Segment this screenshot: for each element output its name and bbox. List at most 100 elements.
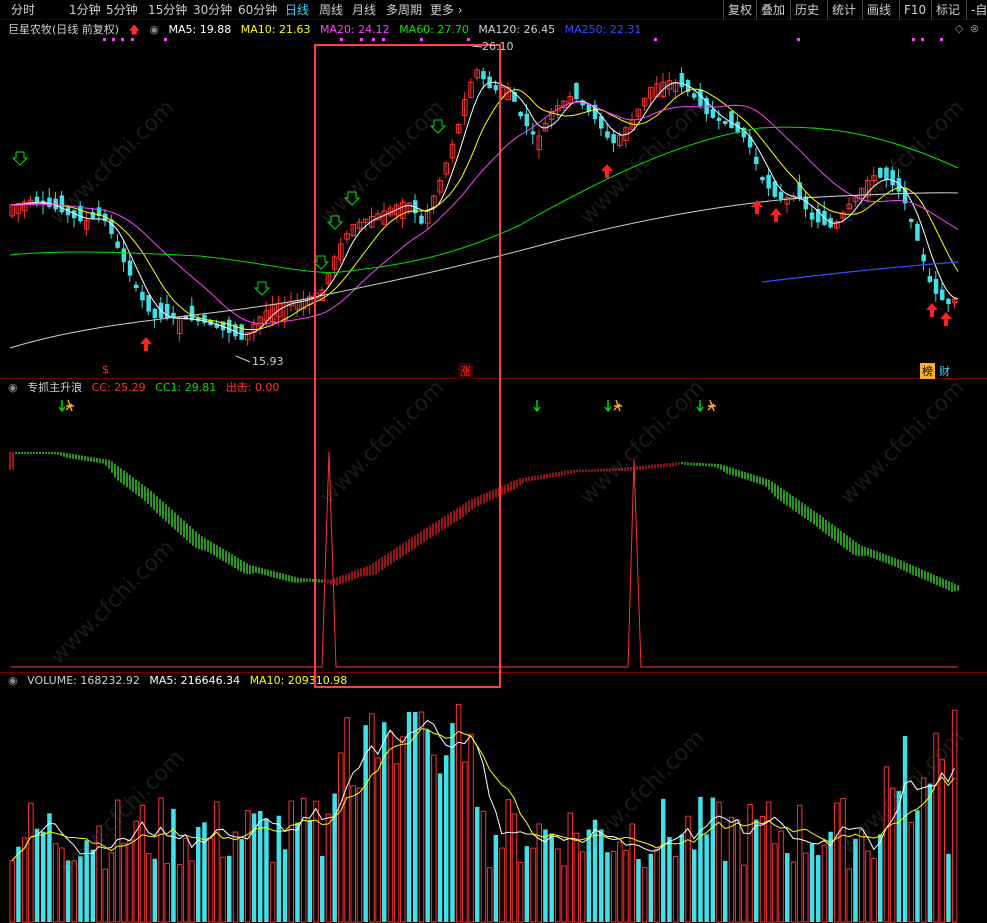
candle-body bbox=[710, 109, 716, 118]
volume-bar bbox=[710, 797, 716, 922]
volume-bar bbox=[232, 831, 239, 923]
volume-bar bbox=[667, 836, 672, 922]
volume-bar bbox=[176, 863, 183, 923]
volume-bar bbox=[661, 798, 666, 922]
candle-body bbox=[518, 111, 523, 117]
volume-bar bbox=[425, 729, 430, 922]
volume-bar bbox=[239, 839, 244, 922]
candle-body bbox=[189, 305, 195, 321]
volume-bar bbox=[759, 815, 766, 923]
volume-bar bbox=[672, 856, 679, 923]
volume-bar bbox=[183, 838, 189, 923]
candle-body bbox=[915, 223, 920, 241]
volume-bar bbox=[59, 847, 65, 923]
event-marker-dot bbox=[940, 38, 943, 41]
buy-signal-arrow-icon bbox=[343, 191, 361, 206]
volume-bar bbox=[455, 703, 462, 923]
volume-bar bbox=[889, 787, 896, 923]
s-tag[interactable]: $ bbox=[102, 363, 109, 376]
candle-body bbox=[524, 113, 530, 127]
candle-body bbox=[115, 241, 120, 248]
candle-body bbox=[47, 197, 52, 207]
candle-body bbox=[778, 191, 784, 200]
volume-bar bbox=[723, 860, 728, 922]
high-pointer-line bbox=[471, 45, 483, 48]
sell-signal-arrow-icon bbox=[926, 303, 938, 317]
volume-bar bbox=[387, 731, 394, 923]
candle-body bbox=[760, 177, 765, 181]
candle-body bbox=[59, 195, 65, 213]
volume-bar bbox=[846, 868, 852, 923]
volume-bar bbox=[499, 847, 505, 923]
volume-bar bbox=[772, 843, 778, 923]
volume-bar bbox=[220, 856, 226, 923]
volume-bar bbox=[567, 812, 573, 923]
volume-bar bbox=[573, 832, 580, 923]
ma60-line bbox=[9, 126, 959, 273]
candle-body bbox=[878, 167, 883, 178]
volume-bar bbox=[878, 834, 883, 922]
event-marker-dot bbox=[340, 38, 343, 41]
volume-bar bbox=[462, 761, 468, 923]
volume-bar bbox=[486, 867, 493, 923]
volume-bar bbox=[84, 840, 89, 922]
candle-body bbox=[679, 73, 685, 88]
volume-bar bbox=[524, 846, 530, 922]
zhang-tag[interactable]: 涨 bbox=[458, 363, 473, 379]
candle-body bbox=[716, 117, 722, 121]
volume-bar bbox=[716, 801, 722, 923]
volume-bar bbox=[393, 763, 400, 923]
volume-bar bbox=[418, 711, 425, 923]
event-marker-dot bbox=[912, 38, 915, 41]
volume-bar bbox=[816, 855, 821, 922]
high-price-label: 26.10 bbox=[482, 40, 514, 53]
ma5-line bbox=[9, 81, 959, 336]
event-marker-dot bbox=[112, 38, 115, 41]
buy-signal-arrow-icon bbox=[253, 281, 271, 296]
cai-tag[interactable]: 财 bbox=[937, 363, 952, 379]
chuji-signal-line bbox=[10, 451, 958, 668]
volume-bar bbox=[102, 868, 108, 923]
volume-bar bbox=[579, 851, 586, 923]
volume-bar bbox=[375, 757, 381, 923]
candle-body bbox=[754, 156, 759, 164]
volume-bar bbox=[692, 849, 697, 922]
volume-bar bbox=[480, 810, 487, 923]
candle-body bbox=[933, 278, 939, 294]
event-marker-dot bbox=[467, 38, 470, 41]
candle-body bbox=[574, 82, 579, 100]
volume-bar bbox=[369, 713, 375, 923]
volume-bar bbox=[741, 864, 747, 923]
volume-bar bbox=[561, 865, 567, 923]
down-arrow-icon bbox=[58, 400, 66, 413]
volume-bar bbox=[202, 822, 207, 922]
volume-bar bbox=[623, 850, 629, 923]
volume-bar bbox=[728, 816, 735, 923]
event-marker-dot bbox=[921, 38, 924, 41]
volume-bar bbox=[34, 828, 40, 922]
volume-bar bbox=[41, 831, 46, 922]
candle-body bbox=[419, 215, 424, 224]
event-marker-dot bbox=[360, 38, 363, 41]
volume-bar bbox=[951, 709, 958, 923]
volume-bar bbox=[543, 829, 548, 922]
volume-bar bbox=[778, 830, 784, 923]
candle-body bbox=[946, 298, 951, 305]
volume-bar bbox=[840, 798, 846, 923]
volume-bar bbox=[437, 773, 443, 922]
volume-bar bbox=[356, 787, 363, 923]
down-arrow-icon bbox=[604, 400, 612, 413]
volume-bar bbox=[52, 843, 59, 923]
volume-bar bbox=[511, 813, 518, 923]
volume-ma5-line bbox=[11, 719, 955, 862]
volume-bar bbox=[47, 813, 52, 922]
bang-tag[interactable]: 榜 bbox=[920, 363, 935, 379]
buy-signal-arrow-icon bbox=[11, 151, 29, 166]
volume-bar bbox=[754, 819, 759, 922]
volume-bar bbox=[382, 722, 387, 922]
volume-bar bbox=[865, 850, 871, 923]
sell-signal-arrow-icon bbox=[140, 337, 152, 351]
candle-body bbox=[481, 71, 486, 80]
kline-chart-canvas bbox=[9, 38, 959, 923]
low-pointer-line bbox=[235, 355, 251, 363]
